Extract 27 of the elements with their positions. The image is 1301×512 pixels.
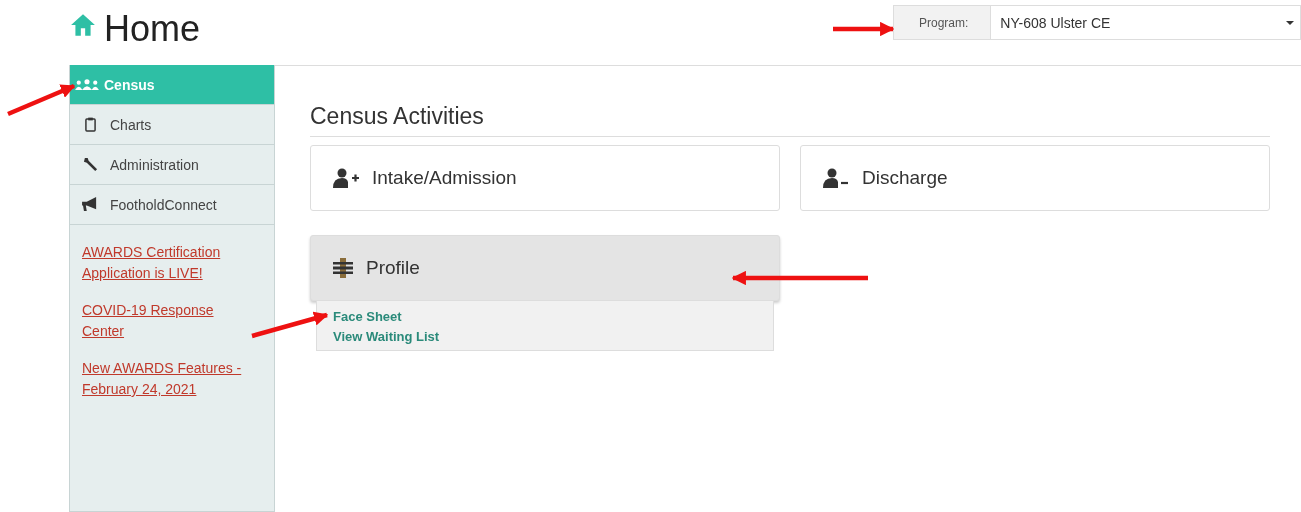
annotation-arrow (7, 83, 76, 117)
program-selector[interactable]: Program: NY-608 Ulster CE (893, 5, 1301, 40)
user-remove-icon (823, 168, 849, 188)
news-link[interactable]: New AWARDS Features - February 24, 2021 (82, 358, 248, 400)
action-card[interactable]: Discharge (800, 145, 1270, 211)
sidebar-item[interactable]: FootholdConnect (70, 185, 274, 225)
megaphone-icon (81, 197, 99, 212)
news-link[interactable]: AWARDS Certification Application is LIVE! (82, 242, 248, 284)
people-icon (75, 79, 99, 90)
page-title: Home (104, 8, 201, 50)
news-link[interactable]: COVID-19 Response Center (82, 300, 248, 342)
wrench-icon (82, 157, 98, 172)
program-value: NY-608 Ulster CE (999, 14, 1112, 31)
profile-icon (333, 258, 353, 278)
action-card[interactable]: Intake/Admission (310, 145, 780, 211)
menu-link[interactable]: View Waiting List (333, 329, 440, 344)
sidebar-item[interactable]: Charts (70, 105, 274, 145)
action-card[interactable]: Profile (310, 235, 780, 301)
section-title: Census Activities (310, 103, 1270, 137)
annotation-arrow (833, 21, 895, 37)
clipboard-icon (84, 117, 96, 132)
home-icon (70, 12, 96, 38)
program-label: Program: (894, 6, 992, 39)
sidebar-item[interactable]: Administration (70, 145, 274, 185)
user-add-icon (333, 168, 359, 188)
menu-link[interactable]: Face Sheet (333, 309, 402, 324)
caret-icon (1286, 20, 1294, 25)
